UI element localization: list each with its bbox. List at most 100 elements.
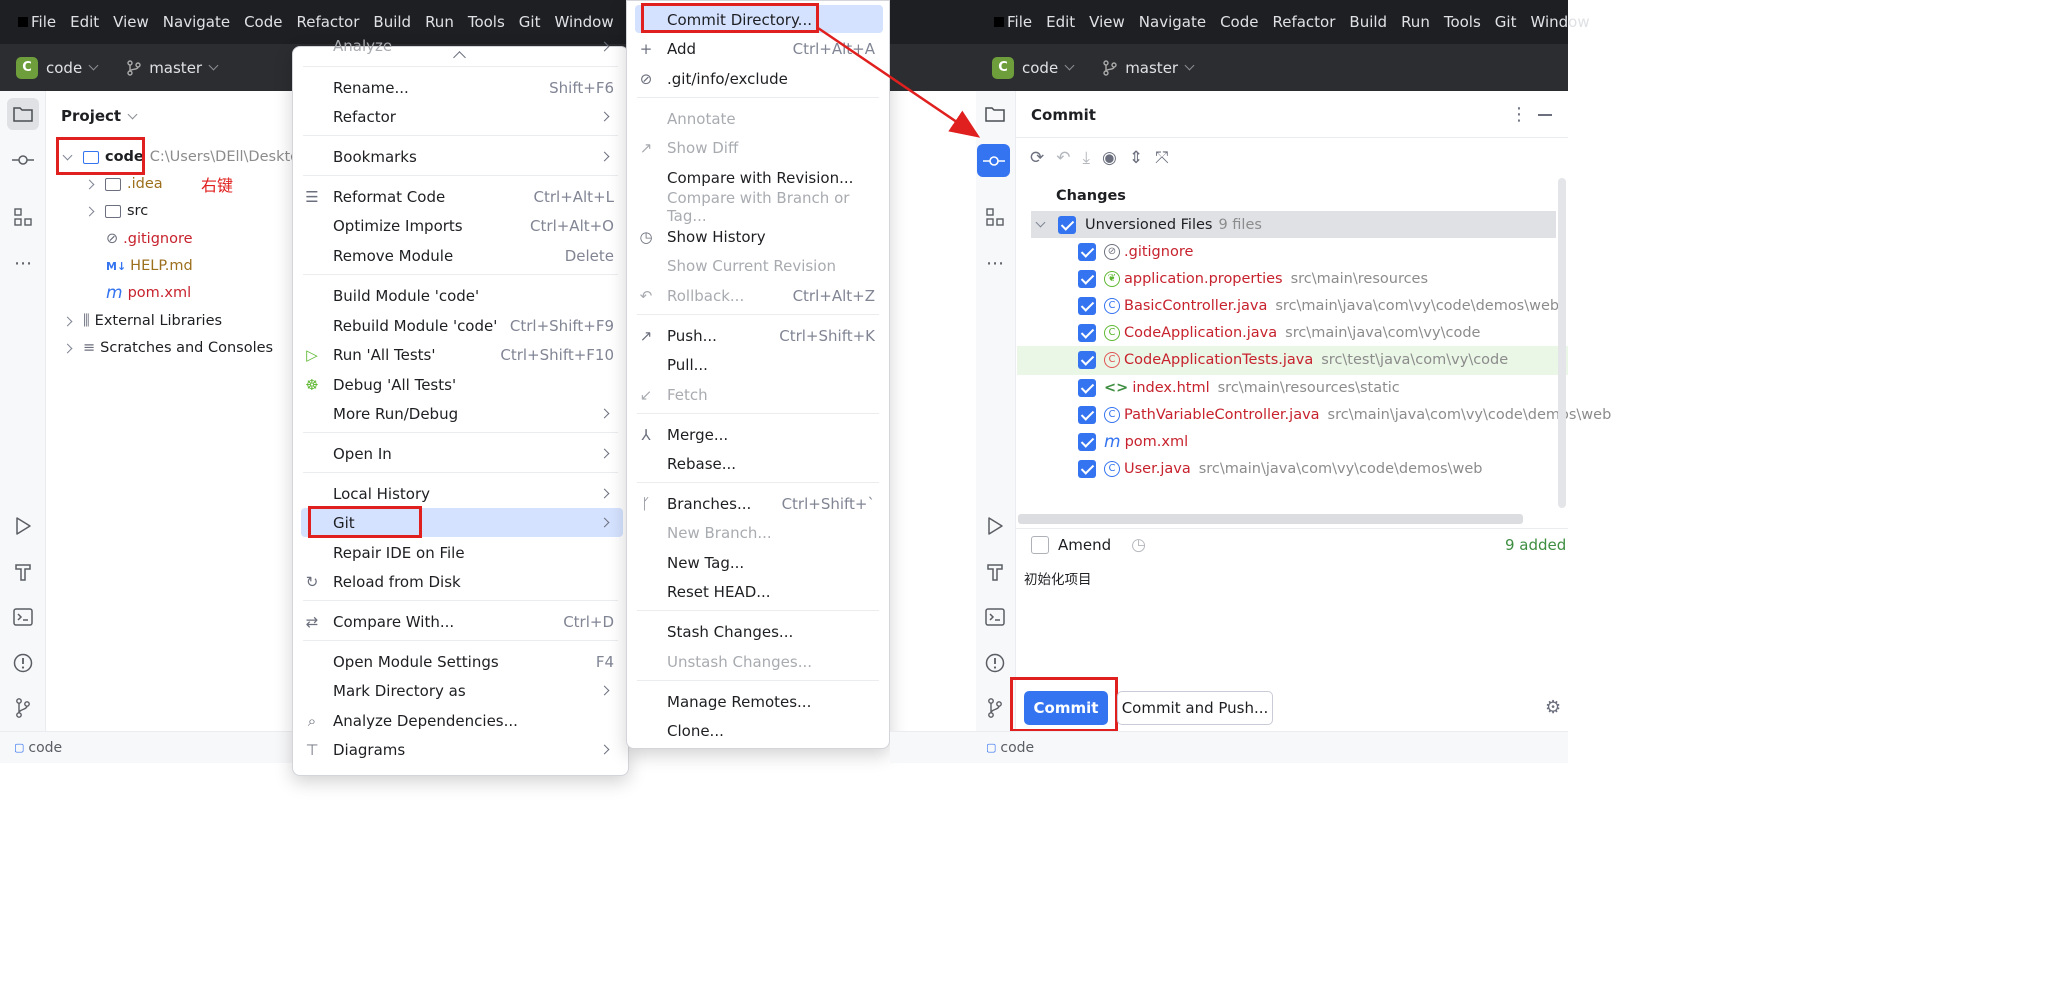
problems-icon[interactable]: [979, 647, 1011, 679]
menu-item-analyze-dependencies[interactable]: ⌕ Analyze Dependencies...: [293, 706, 628, 735]
menu-item-open-module-settings[interactable]: Open Module Settings F4: [293, 647, 628, 676]
collapse-all-icon[interactable]: ⤧: [1155, 148, 1169, 168]
menu-item-merge[interactable]: ⅄ Merge...: [627, 420, 889, 449]
tree-row-help[interactable]: M↓ HELP.md: [106, 253, 193, 279]
show-diff-eye-icon[interactable]: ◉: [1102, 148, 1117, 168]
menu-refactor[interactable]: Refactor: [1272, 13, 1335, 31]
change-file-row[interactable]: ❦ application.properties src\main\resource…: [1078, 268, 1428, 290]
statusbar-breadcrumb[interactable]: code: [1000, 740, 1034, 756]
expand-icon[interactable]: [62, 343, 73, 353]
structure-icon[interactable]: [979, 201, 1011, 233]
tree-row-external-libraries[interactable]: ⫼ External Libraries: [62, 308, 222, 334]
file-checkbox[interactable]: [1078, 351, 1096, 369]
menu-item-more-run-debug[interactable]: More Run/Debug: [293, 399, 628, 428]
menu-view[interactable]: View: [113, 13, 149, 31]
amend-checkbox[interactable]: [1031, 536, 1049, 554]
settings-gear-icon[interactable]: ⚙: [1545, 697, 1561, 718]
menu-item-reformat-code[interactable]: ☰ Reformat Code Ctrl+Alt+L: [293, 182, 628, 211]
menu-item-new-tag[interactable]: New Tag...: [627, 548, 889, 577]
file-checkbox[interactable]: [1078, 324, 1096, 342]
menu-item-new-branch[interactable]: New Branch...: [627, 518, 889, 547]
menu-edit[interactable]: Edit: [70, 13, 99, 31]
git-branches-icon[interactable]: [7, 692, 39, 724]
problems-icon[interactable]: [7, 647, 39, 679]
menu-item-stash-changes[interactable]: Stash Changes...: [627, 617, 889, 646]
commit-and-push-button[interactable]: Commit and Push...: [1117, 691, 1273, 725]
menu-item-reset-head[interactable]: Reset HEAD...: [627, 577, 889, 606]
menu-file[interactable]: File: [1007, 13, 1032, 31]
commit-tool-icon[interactable]: [7, 144, 39, 176]
menu-refactor[interactable]: Refactor: [296, 13, 359, 31]
expand-icon[interactable]: [84, 206, 95, 216]
menu-item-rollback[interactable]: ↶ Rollback... Ctrl+Alt+Z: [627, 281, 889, 310]
branch-selector[interactable]: master: [149, 59, 202, 77]
menu-code[interactable]: Code: [244, 13, 282, 31]
tree-row-src[interactable]: src: [84, 198, 148, 224]
shelve-icon[interactable]: ⤓: [1083, 148, 1091, 168]
menu-git[interactable]: Git: [519, 13, 541, 31]
history-clock-icon[interactable]: ◷: [1131, 535, 1146, 555]
menu-item-refactor[interactable]: Refactor: [293, 102, 628, 131]
run-icon[interactable]: [979, 510, 1011, 542]
menu-tools[interactable]: Tools: [468, 13, 505, 31]
menu-item-compare-branch-tag[interactable]: Compare with Branch or Tag...: [627, 189, 889, 225]
build-hammer-icon[interactable]: [7, 556, 39, 588]
build-hammer-icon[interactable]: [979, 556, 1011, 588]
tree-row-idea[interactable]: .idea: [84, 171, 163, 197]
menu-item-unstash-changes[interactable]: Unstash Changes...: [627, 647, 889, 676]
project-selector[interactable]: code: [46, 59, 82, 77]
statusbar-breadcrumb[interactable]: code: [28, 740, 62, 756]
menu-item-rebuild-module[interactable]: Rebuild Module 'code' Ctrl+Shift+F9: [293, 311, 628, 340]
change-file-row[interactable]: C CodeApplication.java src\main\java\com\v…: [1078, 322, 1480, 344]
terminal-icon[interactable]: [7, 601, 39, 633]
menu-run[interactable]: Run: [1401, 13, 1430, 31]
menu-item-run-all-tests[interactable]: ▷ Run 'All Tests' Ctrl+Shift+F10: [293, 340, 628, 369]
menu-item-rebase[interactable]: Rebase...: [627, 449, 889, 478]
commit-tool-icon[interactable]: [977, 144, 1010, 177]
menu-build[interactable]: Build: [373, 13, 411, 31]
file-checkbox[interactable]: [1078, 270, 1096, 288]
menu-item-fetch[interactable]: ↙ Fetch: [627, 380, 889, 409]
menu-window[interactable]: Window: [554, 13, 613, 31]
unversioned-group-row[interactable]: Unversioned Files 9 files: [1031, 211, 1556, 238]
run-icon[interactable]: [7, 510, 39, 542]
minimize-icon[interactable]: [1538, 114, 1552, 116]
project-folder-icon[interactable]: [979, 98, 1011, 130]
menu-edit[interactable]: Edit: [1046, 13, 1075, 31]
more-tools-icon[interactable]: ⋯: [7, 247, 39, 279]
branch-selector[interactable]: master: [1125, 59, 1178, 77]
rollback-icon[interactable]: ↶: [1056, 148, 1070, 168]
change-file-row[interactable]: C BasicController.java src\main\java\com\v…: [1078, 295, 1559, 317]
file-checkbox[interactable]: [1078, 297, 1096, 315]
tree-row-pom[interactable]: m pom.xml: [106, 280, 191, 306]
menu-item-annotate[interactable]: Annotate: [627, 104, 889, 133]
change-file-row[interactable]: ⊘ .gitignore: [1078, 241, 1193, 263]
menu-navigate[interactable]: Navigate: [1139, 13, 1206, 31]
menu-item-branches[interactable]: ᚴ Branches... Ctrl+Shift+`: [627, 489, 889, 518]
menu-item-show-diff[interactable]: ↗ Show Diff: [627, 133, 889, 162]
menu-item-git-exclude[interactable]: ⊘ .git/info/exclude: [627, 64, 889, 93]
tree-row-scratches[interactable]: ≡ Scratches and Consoles: [62, 335, 273, 361]
more-tools-icon[interactable]: ⋯: [979, 247, 1011, 279]
expand-icon[interactable]: [84, 179, 95, 189]
commit-message-input[interactable]: 初始化项目: [1024, 568, 1092, 588]
file-checkbox[interactable]: [1078, 460, 1096, 478]
menu-item-mark-directory[interactable]: Mark Directory as: [293, 676, 628, 705]
expand-icon[interactable]: [1035, 217, 1046, 228]
horizontal-scrollbar[interactable]: [1018, 514, 1523, 524]
menu-item-pull[interactable]: Pull...: [627, 350, 889, 379]
menu-item-rename[interactable]: Rename... Shift+F6: [293, 73, 628, 102]
menu-item-build-module[interactable]: Build Module 'code': [293, 281, 628, 310]
change-file-row[interactable]: <> index.html src\main\resources\static: [1078, 377, 1400, 399]
menu-tools[interactable]: Tools: [1444, 13, 1481, 31]
menu-navigate[interactable]: Navigate: [163, 13, 230, 31]
menu-item-show-current-revision[interactable]: Show Current Revision: [627, 251, 889, 280]
file-checkbox[interactable]: [1078, 379, 1096, 397]
menu-git[interactable]: Git: [1495, 13, 1517, 31]
menu-item-bookmarks[interactable]: Bookmarks: [293, 142, 628, 171]
menu-item-debug-all-tests[interactable]: ☸ Debug 'All Tests': [293, 370, 628, 399]
refresh-icon[interactable]: ⟳: [1030, 148, 1044, 168]
menu-item-compare-with[interactable]: ⇄ Compare With... Ctrl+D: [293, 607, 628, 636]
menu-item-push[interactable]: ↗ Push... Ctrl+Shift+K: [627, 321, 889, 350]
menu-item-diagrams[interactable]: ⊤ Diagrams: [293, 735, 628, 764]
